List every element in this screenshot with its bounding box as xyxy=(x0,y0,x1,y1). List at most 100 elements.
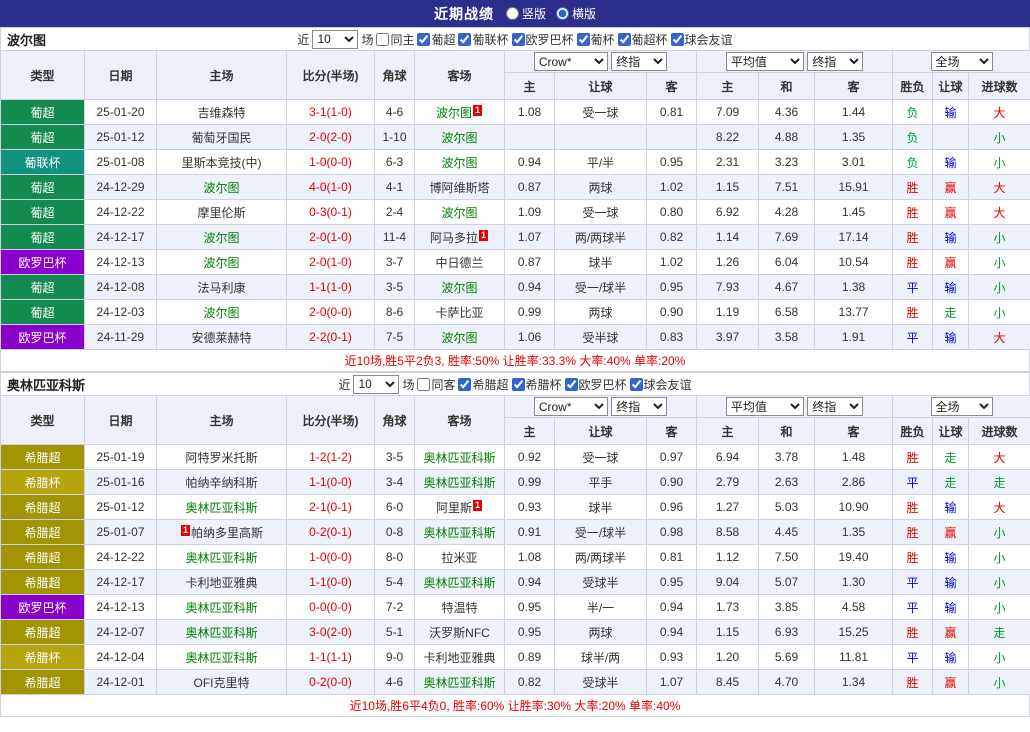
same-venue-checkbox[interactable] xyxy=(376,33,389,46)
match-count-select[interactable]: 10 xyxy=(353,375,399,394)
average-odds-select[interactable]: 平均值 xyxy=(726,52,804,71)
team-name[interactable]: 奥林匹亚科斯 xyxy=(185,601,257,615)
final-index-select-2[interactable]: 终指 xyxy=(807,397,863,416)
team-name[interactable]: 奥林匹亚科斯 xyxy=(185,551,257,565)
final-index-select[interactable]: 终指 xyxy=(611,397,667,416)
league-filter-checkbox[interactable] xyxy=(512,378,525,391)
average-odds-select[interactable]: 平均值 xyxy=(726,397,804,416)
league-filter-checkbox[interactable] xyxy=(618,33,631,46)
handicap: 平手 xyxy=(555,470,647,495)
team-name[interactable]: 波尔图 xyxy=(441,281,477,295)
same-venue-option[interactable]: 同客 xyxy=(417,376,455,393)
win-loss-result: 胜 xyxy=(893,225,933,250)
asia-home-odds: 0.94 xyxy=(505,150,555,175)
asia-away-odds: 0.83 xyxy=(647,325,697,350)
team-name[interactable]: 阿马多拉 xyxy=(430,231,478,245)
team-name[interactable]: 奥林匹亚科斯 xyxy=(423,451,495,465)
team-name[interactable]: 卡利地亚雅典 xyxy=(423,651,495,665)
team-name[interactable]: 卡利地亚雅典 xyxy=(185,576,257,590)
team-name[interactable]: 波尔图 xyxy=(436,106,472,120)
team-name[interactable]: 奥林匹亚科斯 xyxy=(185,626,257,640)
league-filter-checkbox[interactable] xyxy=(417,33,430,46)
league-filter-option[interactable]: 球会友谊 xyxy=(630,376,692,393)
league-filter-option[interactable]: 葡超 xyxy=(417,31,455,48)
team-name[interactable]: 奥林匹亚科斯 xyxy=(423,526,495,540)
horizontal-layout-radio[interactable] xyxy=(556,7,569,20)
team-name[interactable]: 奥林匹亚科斯 xyxy=(423,676,495,690)
league-filter-label: 希腊超 xyxy=(472,376,508,393)
team-name[interactable]: 波尔图 xyxy=(441,156,477,170)
bookmaker-select[interactable]: Crow* xyxy=(534,52,608,71)
final-index-select-2[interactable]: 终指 xyxy=(807,52,863,71)
league-filter-checkbox[interactable] xyxy=(577,33,590,46)
team-name[interactable]: 里斯本竞技(中) xyxy=(182,156,262,170)
match-count-select[interactable]: 10 xyxy=(312,30,358,49)
league-filter-checkbox[interactable] xyxy=(630,378,643,391)
team-name[interactable]: 波尔图 xyxy=(441,331,477,345)
horizontal-layout-option[interactable]: 横版 xyxy=(556,5,596,22)
team-name[interactable]: 卡萨比亚 xyxy=(435,306,483,320)
team-name[interactable]: 阿特罗米托斯 xyxy=(185,451,257,465)
team-name[interactable]: 奥林匹亚科斯 xyxy=(185,651,257,665)
asia-home-odds: 0.99 xyxy=(505,300,555,325)
handicap-result: 输 xyxy=(933,225,969,250)
league-filter-checkbox[interactable] xyxy=(671,33,684,46)
team-name[interactable]: 奥林匹亚科斯 xyxy=(423,576,495,590)
league-filter-checkbox[interactable] xyxy=(565,378,578,391)
avg-away-odds: 15.25 xyxy=(815,620,893,645)
league-filter-checkbox[interactable] xyxy=(458,33,471,46)
same-venue-checkbox[interactable] xyxy=(417,378,430,391)
team-name[interactable]: 拉米亚 xyxy=(441,551,477,565)
league-badge: 希腊杯 xyxy=(1,470,85,495)
league-filter-option[interactable]: 欧罗巴杯 xyxy=(565,376,627,393)
team-name[interactable]: 奥林匹亚科斯 xyxy=(423,476,495,490)
team-name[interactable]: 波尔图 xyxy=(441,131,477,145)
bookmaker-select[interactable]: Crow* xyxy=(534,397,608,416)
league-filter-option[interactable]: 希腊超 xyxy=(458,376,508,393)
team-name[interactable]: 波尔图 xyxy=(203,181,239,195)
score: 4-0(1-0) xyxy=(287,175,375,200)
vertical-layout-option[interactable]: 竖版 xyxy=(506,5,546,22)
league-filter-option[interactable]: 希腊杯 xyxy=(512,376,562,393)
final-index-select[interactable]: 终指 xyxy=(611,52,667,71)
league-filter-option[interactable]: 欧罗巴杯 xyxy=(512,31,574,48)
team-name[interactable]: 博阿维斯塔 xyxy=(429,181,489,195)
team-name[interactable]: 波尔图 xyxy=(203,231,239,245)
team-name[interactable]: 中日德兰 xyxy=(435,256,483,270)
league-filter-option[interactable]: 葡超杯 xyxy=(618,31,668,48)
team-name[interactable]: 法马利康 xyxy=(197,281,245,295)
same-venue-option[interactable]: 同主 xyxy=(376,31,414,48)
full-match-select[interactable]: 全场 xyxy=(931,52,993,71)
league-filter-option[interactable]: 葡联杯 xyxy=(458,31,508,48)
team-name[interactable]: 帕纳辛纳科斯 xyxy=(185,476,257,490)
team-section-olympiacos: 奥林匹亚科斯 近 10 场 同客 希腊超希腊杯欧罗巴杯球会友谊 类型 日期 主场… xyxy=(0,372,1030,717)
team-name[interactable]: 波尔图 xyxy=(441,206,477,220)
league-filter-option[interactable]: 球会友谊 xyxy=(671,31,733,48)
team-name[interactable]: 安德莱赫特 xyxy=(191,331,251,345)
corners: 3-4 xyxy=(375,470,415,495)
win-loss-result: 胜 xyxy=(893,300,933,325)
team-name[interactable]: 帕纳多里高斯 xyxy=(191,526,263,540)
team-name[interactable]: 摩里伦斯 xyxy=(197,206,245,220)
team-name[interactable]: 波尔图 xyxy=(203,306,239,320)
team-name[interactable]: 葡萄牙国民 xyxy=(191,131,251,145)
league-filter-checkbox[interactable] xyxy=(458,378,471,391)
team-name[interactable]: 波尔图 xyxy=(203,256,239,270)
full-match-select[interactable]: 全场 xyxy=(931,397,993,416)
avg-away-odds: 3.01 xyxy=(815,150,893,175)
team-name[interactable]: 特温特 xyxy=(441,601,477,615)
team-name[interactable]: OFI克里特 xyxy=(194,676,250,690)
vertical-layout-radio[interactable] xyxy=(506,7,519,20)
team-name[interactable]: 吉维森特 xyxy=(197,106,245,120)
team-name[interactable]: 沃罗斯NFC xyxy=(429,626,490,640)
team-name[interactable]: 奥林匹亚科斯 xyxy=(185,501,257,515)
league-filter-checkbox[interactable] xyxy=(512,33,525,46)
team-name[interactable]: 阿里斯 xyxy=(436,501,472,515)
handicap: 两/两球半 xyxy=(555,545,647,570)
match-row: 葡超25-01-20吉维森特3-1(1-0)4-6波尔图11.08受一球0.81… xyxy=(1,100,1030,125)
handicap: 受一球 xyxy=(555,445,647,470)
asia-home-odds: 1.06 xyxy=(505,325,555,350)
league-filter-option[interactable]: 葡杯 xyxy=(577,31,615,48)
league-badge: 希腊超 xyxy=(1,570,85,595)
away-team-cell: 阿里斯1 xyxy=(415,495,505,520)
